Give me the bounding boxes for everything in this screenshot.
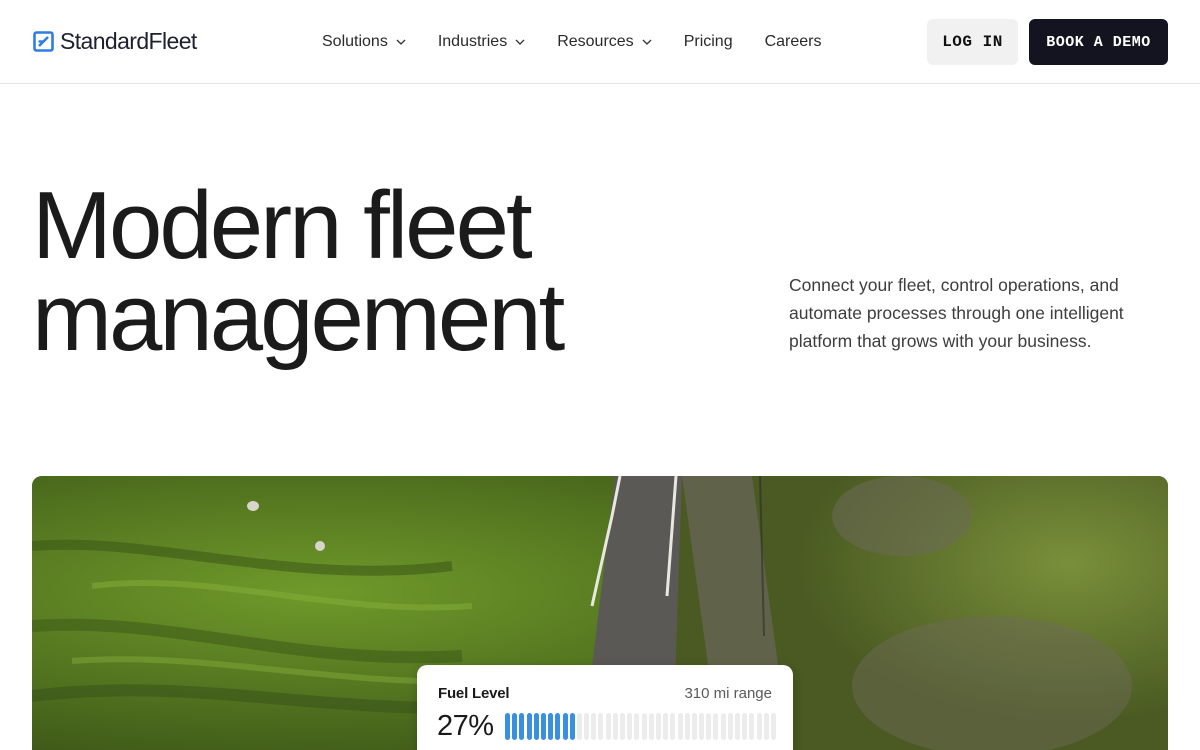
fuel-bar-segment [505, 713, 510, 740]
logo[interactable]: StandardFleet [33, 27, 197, 55]
nav-label: Solutions [322, 33, 388, 50]
fuel-bar-segment [555, 713, 561, 740]
fuel-bar-segment [763, 713, 769, 740]
fuel-level-bar [505, 713, 778, 740]
nav-item-careers[interactable]: Careers [765, 30, 822, 54]
book-demo-button[interactable]: BOOK A DEMO [1029, 19, 1168, 65]
fuel-bar-segment [699, 713, 705, 740]
fuel-bar-segment [756, 713, 762, 740]
nav-label: Pricing [683, 33, 733, 50]
nav-label: Industries [437, 33, 508, 50]
fuel-bar-segment [591, 713, 597, 740]
logo-text: StandardFleet [60, 27, 197, 54]
fuel-bar-segment [634, 713, 640, 740]
chevron-down-icon [515, 39, 525, 45]
fuel-bar-segment [584, 713, 590, 740]
fuel-bar-segment [663, 713, 669, 740]
fuel-bar-segment [770, 713, 776, 740]
fuel-bar-segment [670, 713, 676, 740]
fuel-bar-segment [512, 713, 518, 740]
fuel-bar-segment [562, 713, 568, 740]
chevron-down-icon [396, 39, 406, 45]
fuel-bar-segment [526, 713, 532, 740]
fuel-bar-segment [720, 713, 726, 740]
fuel-bar-segment [540, 713, 546, 740]
fuel-label: Fuel Level [438, 685, 510, 702]
fuel-bar-segment [742, 713, 748, 740]
fuel-bar-segment [691, 713, 697, 740]
fuel-level-card: Fuel Level 310 mi range 27% [417, 665, 793, 750]
fuel-bar-segment [727, 713, 733, 740]
nav-item-pricing[interactable]: Pricing [684, 30, 733, 54]
hero-title: Modern fleet management [32, 172, 732, 371]
nav-item-solutions[interactable]: Solutions [322, 30, 406, 54]
fuel-bar-segment [576, 713, 582, 740]
fuel-bar-segment [620, 713, 625, 740]
nav-item-resources[interactable]: Resources [557, 30, 652, 54]
fuel-bar-segment [648, 713, 654, 740]
fuel-bar-segment [655, 713, 661, 740]
fuel-bar-segment [598, 713, 604, 740]
site-header: StandardFleet Solutions Industries Resou… [0, 0, 1200, 84]
fuel-range: 310 mi range [684, 685, 772, 702]
fuel-bar-segment [548, 713, 554, 740]
fuel-bar-segment [677, 713, 683, 740]
nav-label: Careers [764, 33, 822, 50]
nav-label: Resources [557, 33, 634, 50]
fuel-bar-segment [684, 713, 690, 740]
fuel-bar-segment [713, 713, 719, 740]
fuel-bar-segment [706, 713, 712, 740]
hero-title-line-2: management [32, 264, 565, 371]
chevron-down-icon [642, 39, 652, 45]
hero-subtitle: Connect your fleet, control operations, … [789, 275, 1124, 351]
fuel-bar-segment [749, 713, 755, 740]
main-nav: Solutions Industries Resources Pricing C… [322, 30, 854, 54]
fuel-bar-segment [519, 713, 525, 740]
fuel-bar-segment [627, 713, 633, 740]
fuel-percent: 27% [437, 710, 494, 742]
nav-item-industries[interactable]: Industries [438, 30, 525, 54]
fuel-bar-segment [735, 713, 740, 740]
logo-icon [33, 30, 54, 52]
login-button[interactable]: LOG IN [927, 19, 1018, 65]
fuel-bar-segment [533, 713, 539, 740]
fuel-bar-segment [641, 713, 647, 740]
fuel-bar-segment [612, 713, 618, 740]
fuel-bar-segment [605, 713, 611, 740]
fuel-bar-segment [569, 713, 575, 740]
hero-title-line-1: Modern fleet [32, 172, 533, 279]
